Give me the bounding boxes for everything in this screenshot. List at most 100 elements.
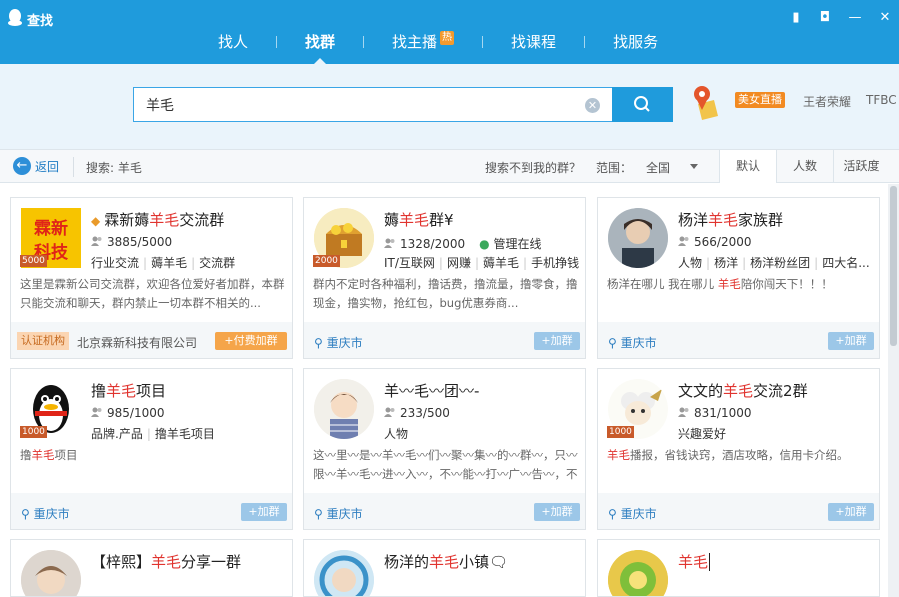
- live-beauty-badge[interactable]: 美女直播: [735, 92, 785, 108]
- desc-part: 撸: [20, 448, 32, 462]
- group-card[interactable]: 羊〰毛〰团〰- 233/500 人物 这〰里〰是〰羊〰毛〰们〰聚〰集〰的〰群〰，…: [303, 368, 586, 530]
- tag: 人物: [678, 256, 703, 270]
- group-name[interactable]: 杨洋的羊毛小镇🗨: [384, 551, 508, 572]
- group-name[interactable]: 薅羊毛群¥: [384, 209, 454, 230]
- name-highlight: 羊毛: [399, 211, 430, 229]
- desc-highlight: 羊毛: [717, 277, 741, 291]
- location: ⚲ 重庆市: [21, 505, 70, 522]
- tab-find-streamers[interactable]: 找主播热: [364, 31, 482, 53]
- feedback-icon[interactable]: ▮: [787, 9, 805, 27]
- back-button[interactable]: ← 返回: [13, 157, 59, 175]
- join-group-button[interactable]: +加群: [534, 332, 580, 350]
- name-part: 【梓熙】: [91, 553, 152, 571]
- location: ⚲ 重庆市: [608, 505, 657, 522]
- tag: 薅羊毛: [483, 256, 520, 270]
- group-card[interactable]: 2000 薅羊毛群¥ 1328/2000 ● 管理在线 IT/互联网 | 网赚 | 薅羊毛…: [303, 197, 586, 359]
- group-description: 群内不定时各种福利，撸话费，撸流量，撸零食，撸现金，撸实物，抢红包，bug优惠券…: [313, 277, 578, 310]
- tab-find-services[interactable]: 找服务: [585, 31, 686, 53]
- group-card[interactable]: 【梓熙】羊毛分享一群: [10, 539, 293, 597]
- name-part: 霖新薅: [104, 211, 150, 229]
- group-name[interactable]: 撸羊毛项目: [91, 380, 166, 401]
- group-name[interactable]: 文文的羊毛交流2群: [678, 380, 808, 401]
- members-icon: [678, 407, 689, 417]
- hot-search-tag[interactable]: TFBC: [866, 93, 897, 107]
- tag-divider: |: [438, 256, 443, 270]
- clear-icon[interactable]: ✕: [585, 98, 600, 113]
- join-group-button[interactable]: +加群: [828, 332, 874, 350]
- search-keyword-label: 搜索: 羊毛: [86, 161, 142, 175]
- group-card[interactable]: 1000 文文的羊毛交流2群 831/1000 兴趣爱好 羊毛播报，省钱诀窍，酒…: [597, 368, 880, 530]
- hot-search-tag[interactable]: 王者荣耀: [803, 93, 851, 110]
- tag: 四大名...: [822, 256, 870, 270]
- card-footer: ⚲ 重庆市 +加群: [304, 322, 585, 358]
- name-highlight: 羊毛: [723, 382, 754, 400]
- member-count-text: 566/2000: [694, 235, 752, 249]
- group-card[interactable]: 杨洋羊毛家族群 566/2000 人物 | 杨洋 | 杨洋粉丝团 | 四大名... 杨洋在哪…: [597, 197, 880, 359]
- back-label: 返回: [35, 159, 60, 174]
- location-map-icon[interactable]: [690, 84, 720, 120]
- scrollbar[interactable]: [888, 184, 899, 597]
- name-part: 群¥: [429, 211, 454, 229]
- tag: 杨洋粉丝团: [750, 256, 811, 270]
- tab-find-groups[interactable]: 找群: [277, 31, 363, 65]
- tab-find-people[interactable]: 找人: [190, 31, 276, 53]
- members-icon: [91, 407, 102, 417]
- name-highlight: 羊毛: [429, 553, 460, 571]
- sort-members[interactable]: 人数: [776, 150, 833, 183]
- scrollbar-thumb[interactable]: [890, 186, 897, 346]
- join-group-button[interactable]: +加群: [828, 503, 874, 521]
- group-card[interactable]: 霖新 科技 5000 ◆ 霖新薅羊毛交流群 3885/5000 行业交流 | 薅羊毛 |…: [10, 197, 293, 359]
- search-input[interactable]: [146, 95, 566, 115]
- group-name[interactable]: 羊毛​: [678, 551, 711, 572]
- window-title: 查找: [27, 14, 54, 29]
- close-icon[interactable]: ✕: [876, 9, 894, 27]
- location-pin-icon: ⚲: [608, 507, 617, 521]
- member-count-text: 1328/2000: [400, 237, 466, 251]
- group-name[interactable]: 【梓熙】羊毛分享一群: [91, 551, 241, 572]
- group-card[interactable]: 杨洋的羊毛小镇🗨: [303, 539, 586, 597]
- member-count: 3885/5000: [91, 235, 172, 249]
- cartoon-boy-image: [314, 379, 374, 439]
- group-name[interactable]: 羊〰毛〰团〰-: [384, 380, 479, 401]
- not-found-link[interactable]: 搜索不到我的群？: [485, 159, 581, 176]
- tag: 手机挣钱: [531, 256, 580, 270]
- group-card[interactable]: 羊毛​: [597, 539, 880, 597]
- skin-icon[interactable]: ◘: [816, 9, 834, 27]
- paid-join-button[interactable]: +付费加群: [215, 332, 287, 350]
- name-part: 撸: [91, 382, 107, 400]
- location: ⚲ 重庆市: [608, 334, 657, 351]
- tab-label: 找服务: [613, 33, 659, 51]
- admin-online-icon: ●: [479, 237, 490, 251]
- hot-badge: 热: [440, 31, 455, 45]
- chevron-down-icon[interactable]: [690, 164, 698, 169]
- sort-activity[interactable]: 活跃度: [833, 150, 889, 183]
- tab-label: 找人: [218, 33, 249, 51]
- desc-part: 杨洋在哪儿 我在哪儿: [607, 277, 718, 291]
- group-card[interactable]: 1000 撸羊毛项目 985/1000 品牌.产品 | 撸羊毛项目 撸羊毛项目 ⚲ …: [10, 368, 293, 530]
- tab-find-courses[interactable]: 找课程: [483, 31, 584, 53]
- minimize-icon[interactable]: —: [846, 9, 864, 27]
- group-avatar: [608, 550, 668, 596]
- scope-label: 范围：: [596, 161, 633, 175]
- sort-default[interactable]: 默认: [719, 150, 776, 183]
- name-part: 小镇🗨: [459, 553, 509, 571]
- group-name[interactable]: ◆ 霖新薅羊毛交流群: [91, 209, 224, 230]
- join-group-button[interactable]: +加群: [241, 503, 287, 521]
- tab-label: 找主播: [392, 33, 438, 51]
- tag: 网赚: [446, 256, 471, 270]
- tag-divider: |: [146, 427, 151, 441]
- scope-select[interactable]: 全国: [646, 159, 670, 176]
- group-tags: 人物: [384, 425, 408, 442]
- group-name[interactable]: 杨洋羊毛家族群: [678, 209, 783, 230]
- person-photo-image: [608, 208, 668, 268]
- location-pin-icon: ⚲: [314, 336, 323, 350]
- max-members-badge: 2000: [313, 255, 340, 267]
- name-part: 羊: [384, 382, 400, 400]
- search-button[interactable]: [612, 87, 673, 122]
- location-text: 重庆市: [620, 507, 657, 521]
- person-photo-image: [21, 550, 81, 596]
- group-tags: 人物 | 杨洋 | 杨洋粉丝团 | 四大名...: [678, 254, 870, 271]
- join-group-button[interactable]: +加群: [534, 503, 580, 521]
- tag: 交流群: [199, 256, 236, 270]
- tag-divider: |: [474, 256, 480, 270]
